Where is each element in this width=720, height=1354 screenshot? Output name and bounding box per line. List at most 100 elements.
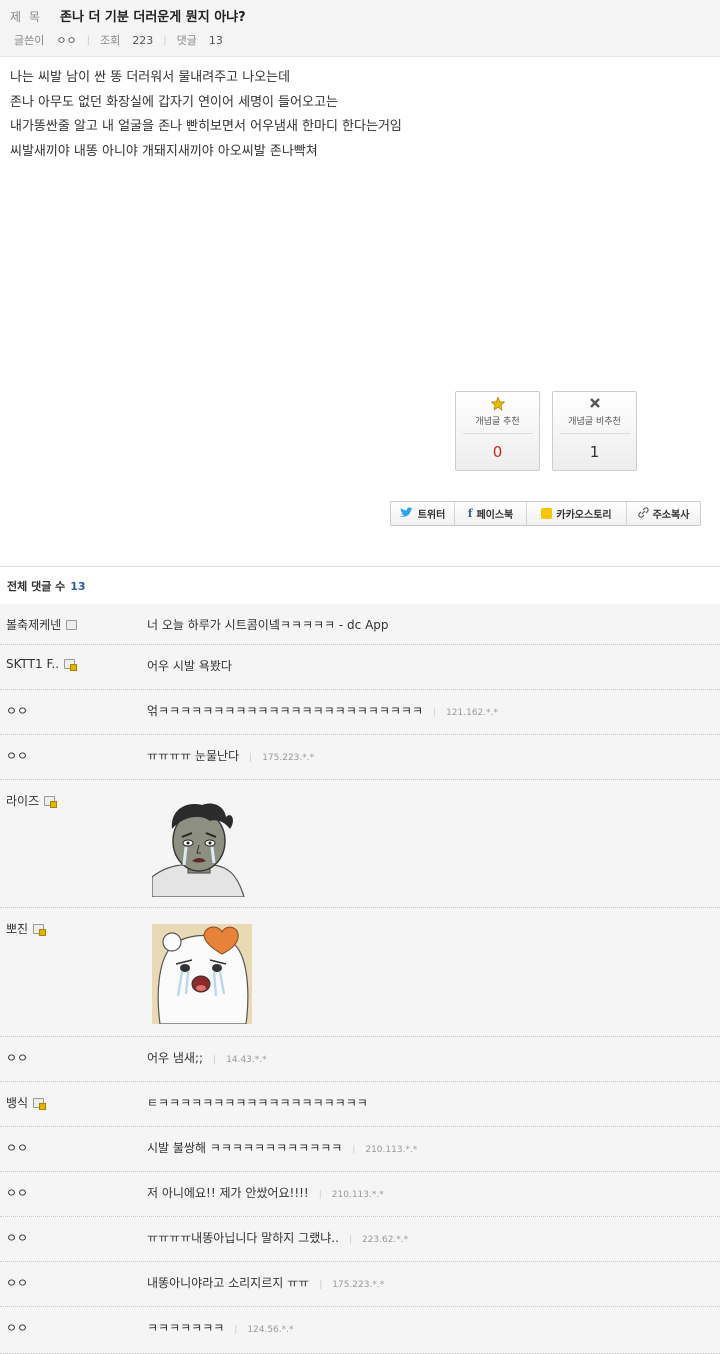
comment-text: ㅌㅋㅋㅋㅋㅋㅋㅋㅋㅋㅋㅋㅋㅋㅋㅋㅋㅋㅋㅋ [147, 1096, 368, 1110]
comment-author-name: ㅇㅇ [6, 1276, 29, 1290]
copy-url-button[interactable]: 주소복사 [627, 502, 700, 525]
comment-text-content: 어우 냄새;; [147, 1051, 204, 1065]
comments-label: 댓글 [176, 34, 197, 47]
comment-row: ㅇㅇ ㅠㅠㅠㅠ내똥아닙니다 말하지 그랬냐.. 223.62.*.* [0, 1217, 720, 1262]
comment-text-content: 시발 불쌍해 ㅋㅋㅋㅋㅋㅋㅋㅋㅋㅋㅋㅋ [147, 1141, 343, 1155]
not-recommend-label: 개념글 비추천 [568, 417, 621, 427]
gallog-fixed-icon[interactable] [33, 1097, 47, 1110]
comment-text-content: 저 아니에요!! 제가 안쌌어요!!!! [147, 1186, 309, 1200]
share-label: 주소복사 [652, 510, 690, 521]
share-kakaostory-button[interactable]: 카카오스토리 [527, 502, 627, 525]
gallog-fixed-icon[interactable] [44, 795, 58, 808]
comment-author-name: ㅇㅇ [6, 1231, 29, 1245]
comment-author-name: ㅇㅇ [6, 704, 29, 718]
comment-author-name: ㅇㅇ [6, 1141, 29, 1155]
comment-author[interactable]: ㅇㅇ [6, 1049, 28, 1066]
comment-author[interactable]: SKTT1 F.. [6, 657, 78, 671]
gallog-icon[interactable] [66, 619, 78, 630]
comment-row: SKTT1 F.. 어우 시발 욕봤다 [0, 645, 720, 690]
comment-author[interactable]: ㅇㅇ [6, 1184, 28, 1201]
comment-list: 볼축제케넨 너 오늘 하루가 시트콤이넼ㅋㅋㅋㅋㅋ - dc App SKTT1… [0, 604, 720, 1354]
comment-text: 어우 시발 욕봤다 [147, 659, 232, 673]
comment-row: ㅇㅇ 저 아니에요!! 제가 안쌌어요!!!! 210.113.*.* [0, 1172, 720, 1217]
share-label: 트위터 [417, 510, 446, 521]
comment-ip: 210.113.*.* [352, 1145, 417, 1155]
comment-author-name: ㅇㅇ [6, 1051, 29, 1065]
facebook-icon: f [467, 507, 473, 520]
comment-text: ㅠㅠㅠㅠ내똥아닙니다 말하지 그랬냐.. 223.62.*.* [147, 1229, 408, 1246]
comment-row: ㅇㅇ ㅠㅠㅠㅠ 눈물난다 175.223.*.* [0, 735, 720, 780]
comment-ip: 124.56.*.* [234, 1325, 293, 1335]
post-header: 제 목 존나 더 기분 더러운게 뭔지 아냐? 글쓴이 ㅇㅇ | 조회 223 … [0, 0, 720, 57]
post-author[interactable]: ㅇㅇ [56, 32, 76, 48]
comment-text-content: ㅠㅠㅠㅠ내똥아닙니다 말하지 그랬냐.. [147, 1231, 339, 1245]
title-row: 제 목 존나 더 기분 더러운게 뭔지 아냐? [10, 6, 246, 25]
comment-text: 너 오늘 하루가 시트콤이넼ㅋㅋㅋㅋㅋ - dc App [147, 618, 389, 632]
comment-text: 내똥아니야라고 소리지르지 ㅠㅠ 175.223.*.* [147, 1274, 384, 1291]
views-count: 223 [132, 33, 154, 47]
post-body-line: 존나 아무도 없던 화장실에 갑자기 연이어 세명이 들어오고는 [10, 94, 338, 110]
meta-divider: | [86, 34, 90, 46]
total-comments-count: 13 [70, 580, 86, 593]
share-twitter-button[interactable]: 트위터 [391, 502, 455, 525]
not-recommend-button[interactable]: 개념글 비추천 1 [552, 391, 637, 471]
comment-author-name: ㅇㅇ [6, 1321, 29, 1335]
gallog-fixed-icon[interactable] [33, 923, 47, 936]
comment-author[interactable]: ㅇㅇ [6, 1139, 28, 1156]
comment-author-name: 뱅식 [6, 1096, 29, 1110]
recommend-button[interactable]: 개념글 추천 0 [455, 391, 540, 471]
comment-author[interactable]: ㅇㅇ [6, 1274, 28, 1291]
comment-author[interactable]: ㅇㅇ [6, 702, 28, 719]
comment-row: ㅇㅇ 내똥아니야라고 소리지르지 ㅠㅠ 175.223.*.* [0, 1262, 720, 1307]
total-comments: 전체 댓글 수 13 [7, 578, 86, 594]
comments-count: 13 [208, 33, 223, 47]
comment-author[interactable]: 라이즈 [6, 792, 58, 809]
comment-row: 뱅식 ㅌㅋㅋㅋㅋㅋㅋㅋㅋㅋㅋㅋㅋㅋㅋㅋㅋㅋㅋㅋ [0, 1082, 720, 1127]
comment-text: 어우 냄새;; 14.43.*.* [147, 1049, 267, 1066]
comment-ip: 121.162.*.* [433, 708, 498, 718]
comment-text-content: 얶ㅋㅋㅋㅋㅋㅋㅋㅋㅋㅋㅋㅋㅋㅋㅋㅋㅋㅋㅋㅋㅋㅋㅋㅋ [147, 704, 424, 718]
comment-author[interactable]: ㅇㅇ [6, 1319, 28, 1336]
post-meta: 글쓴이 ㅇㅇ | 조회 223 | 댓글 13 [14, 32, 223, 48]
comment-author[interactable]: ㅇㅇ [6, 747, 28, 764]
share-bar: 트위터 f 페이스북 카카오스토리 주소복사 [390, 501, 701, 526]
comment-text-content: ㅠㅠㅠㅠ 눈물난다 [147, 749, 240, 763]
comment-text: 얶ㅋㅋㅋㅋㅋㅋㅋㅋㅋㅋㅋㅋㅋㅋㅋㅋㅋㅋㅋㅋㅋㅋㅋㅋ 121.162.*.* [147, 702, 498, 719]
post-body-line: 내가똥싼줄 알고 내 얼굴을 존나 빤히보면서 어우냄새 한마디 한다는거임 [10, 119, 402, 134]
post-title: 존나 더 기분 더러운게 뭔지 아냐? [60, 10, 246, 25]
crying-bear-dccon-image [152, 924, 252, 1028]
comment-row: 볼축제케넨 너 오늘 하루가 시트콤이넼ㅋㅋㅋㅋㅋ - dc App [0, 604, 720, 645]
comment-author-name: 뽀진 [6, 922, 29, 936]
recommend-count: 0 [492, 443, 503, 461]
comment-text: ㅠㅠㅠㅠ 눈물난다 175.223.*.* [147, 747, 314, 764]
comment-text: ㅋㅋㅋㅋㅋㅋㅋ 124.56.*.* [147, 1319, 294, 1336]
post-body-line: 나는 씨발 남이 싼 똥 더러워서 물내려주고 나오는데 [10, 70, 291, 85]
link-icon [637, 506, 649, 521]
total-comments-label: 전체 댓글 수 [7, 580, 66, 593]
comment-author-name: 볼축제케넨 [6, 618, 62, 632]
gallog-fixed-icon[interactable] [64, 659, 78, 671]
comment-author[interactable]: 뱅식 [6, 1094, 47, 1111]
comment-ip: 175.223.*.* [319, 1280, 384, 1290]
share-label: 카카오스토리 [556, 510, 612, 521]
meta-divider: | [163, 34, 167, 46]
twitter-icon [399, 506, 414, 521]
comment-row: ㅇㅇ 어우 냄새;; 14.43.*.* [0, 1037, 720, 1082]
comment-row: ㅇㅇ 시발 불쌍해 ㅋㅋㅋㅋㅋㅋㅋㅋㅋㅋㅋㅋ 210.113.*.* [0, 1127, 720, 1172]
comment-author[interactable]: 뽀진 [6, 920, 47, 937]
not-recommend-count: 1 [589, 443, 600, 461]
comments-header: 전체 댓글 수 13 [0, 566, 720, 604]
share-facebook-button[interactable]: f 페이스북 [455, 502, 527, 525]
kakaostory-icon [541, 508, 553, 519]
title-label: 제 목 [10, 10, 42, 24]
comment-author[interactable]: 볼축제케넨 [6, 616, 78, 633]
comment-ip: 175.223.*.* [249, 753, 314, 763]
comment-ip: 14.43.*.* [213, 1055, 267, 1065]
comment-text: 시발 불쌍해 ㅋㅋㅋㅋㅋㅋㅋㅋㅋㅋㅋㅋ 210.113.*.* [147, 1139, 417, 1156]
crying-man-dccon-image [151, 799, 247, 901]
post-body-line: 씨발새끼야 내똥 아니야 개돼지새끼야 아오씨발 존나빡쳐 [10, 143, 318, 159]
vote-divider [462, 433, 533, 434]
comment-author-name: ㅇㅇ [6, 1186, 29, 1200]
comment-text-content: ㅋㅋㅋㅋㅋㅋㅋ [147, 1321, 225, 1335]
comment-author[interactable]: ㅇㅇ [6, 1229, 28, 1246]
